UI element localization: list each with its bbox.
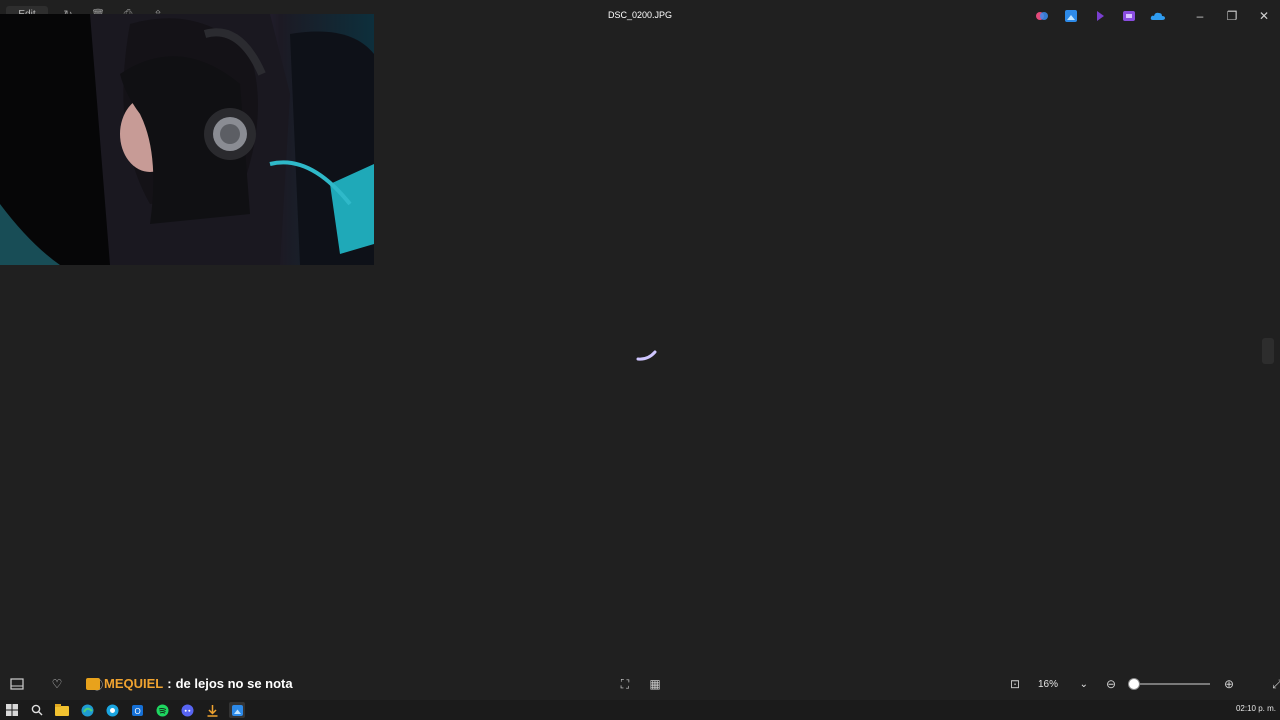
favorite-icon[interactable]: ♡: [48, 675, 66, 693]
taskbar: O 02:10 p. m.: [0, 700, 1280, 720]
zoom-slider-thumb[interactable]: [1128, 678, 1140, 690]
loading-spinner: [636, 346, 658, 367]
app-shortcuts: [1034, 8, 1166, 24]
taskbar-clock[interactable]: 02:10 p. m.: [1236, 704, 1276, 713]
svg-text:O: O: [134, 707, 140, 716]
zoom-level: 16%: [1038, 678, 1059, 690]
zoom-dropdown[interactable]: 16% ⌄: [1034, 674, 1092, 694]
crop-icon[interactable]: ⛶: [616, 675, 634, 693]
next-image-button[interactable]: [1262, 338, 1274, 364]
outlook-icon[interactable]: O: [129, 702, 145, 718]
chat-username: MEQUIEL: [104, 676, 164, 691]
zoom-slider[interactable]: [1128, 674, 1210, 694]
copilot-icon[interactable]: [1034, 8, 1050, 24]
fullscreen-icon[interactable]: ⤢: [1268, 675, 1280, 693]
onedrive-icon[interactable]: [1150, 8, 1166, 24]
zoom-slider-track: [1130, 683, 1210, 685]
taskbar-apps: O: [4, 702, 245, 718]
chat-badge-icon: [86, 677, 100, 690]
zoom-in-icon[interactable]: ⊕: [1220, 675, 1238, 693]
minimize-button[interactable]: –: [1184, 0, 1216, 32]
chat-message: de lejos no se nota: [175, 676, 293, 691]
download-icon[interactable]: [204, 702, 220, 718]
file-explorer-icon[interactable]: [54, 702, 70, 718]
restore-button[interactable]: ❐: [1216, 0, 1248, 32]
clipchamp-icon[interactable]: [1092, 8, 1108, 24]
chevron-down-icon: ⌄: [1079, 678, 1088, 690]
window-controls: – ❐ ✕: [1184, 0, 1280, 32]
search-icon[interactable]: [29, 702, 45, 718]
start-icon[interactable]: [4, 702, 20, 718]
photos-icon[interactable]: [1063, 8, 1079, 24]
webcam-overlay: [0, 14, 374, 265]
bottom-toolbar: ♡ ⓘ MEQUIEL : de lejos no se nota ⛶ ▦ ⊡ …: [0, 668, 1280, 700]
compare-icon[interactable]: ▦: [646, 675, 664, 693]
chat-separator: :: [167, 676, 172, 691]
view-tools: ⛶ ▦: [616, 675, 664, 693]
close-button[interactable]: ✕: [1248, 0, 1280, 32]
edge-icon[interactable]: [79, 702, 95, 718]
fit-to-window-icon[interactable]: ⊡: [1006, 675, 1024, 693]
spotify-icon[interactable]: [154, 702, 170, 718]
photos-taskbar-icon[interactable]: [229, 702, 245, 718]
zoom-out-icon[interactable]: ⊖: [1102, 675, 1120, 693]
zoom-controls: ⊡ 16% ⌄ ⊖ ⊕ ⤢: [1006, 674, 1280, 694]
chrome-icon[interactable]: [104, 702, 120, 718]
filmstrip-icon[interactable]: [8, 675, 26, 693]
chat-overlay: MEQUIEL : de lejos no se nota: [86, 676, 293, 691]
video-editor-icon[interactable]: [1121, 8, 1137, 24]
discord-icon[interactable]: [179, 702, 195, 718]
webcam-image: [0, 14, 374, 265]
